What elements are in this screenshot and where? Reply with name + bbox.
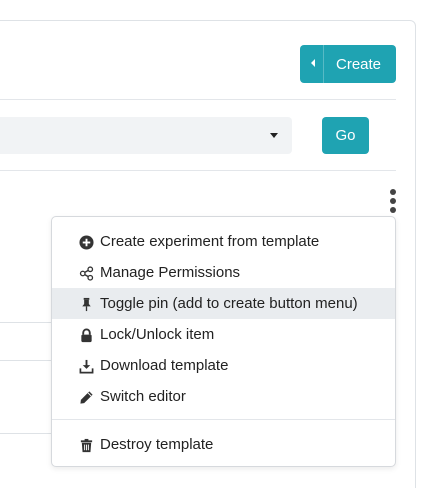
menu-item-label: Create experiment from template bbox=[100, 233, 320, 250]
menu-item-label: Lock/Unlock item bbox=[100, 326, 215, 343]
header-divider bbox=[0, 99, 396, 100]
menu-item-label: Switch editor bbox=[100, 388, 186, 405]
menu-item-lock-unlock[interactable]: Lock/Unlock item bbox=[52, 319, 395, 350]
menu-item-label: Toggle pin (add to create button menu) bbox=[100, 295, 358, 312]
split-separator bbox=[323, 45, 324, 83]
trash-icon bbox=[78, 437, 94, 453]
caret-left-icon bbox=[311, 59, 315, 67]
share-nodes-icon bbox=[78, 265, 94, 281]
filter-select[interactable] bbox=[0, 117, 292, 154]
background-row bbox=[0, 433, 52, 434]
pencil-icon bbox=[78, 389, 94, 405]
menu-item-destroy-template[interactable]: Destroy template bbox=[52, 429, 395, 460]
item-actions-toggle[interactable] bbox=[386, 189, 400, 213]
menu-item-label: Destroy template bbox=[100, 436, 214, 453]
background-row bbox=[0, 322, 52, 361]
go-button[interactable]: Go bbox=[322, 117, 369, 154]
menu-item-create-experiment[interactable]: Create experiment from template bbox=[52, 226, 395, 257]
create-button-label: Create bbox=[336, 56, 382, 73]
menu-item-switch-editor[interactable]: Switch editor bbox=[52, 381, 395, 412]
caret-down-icon bbox=[270, 133, 278, 138]
menu-divider bbox=[52, 419, 395, 420]
menu-item-download-template[interactable]: Download template bbox=[52, 350, 395, 381]
plus-circle-icon bbox=[78, 234, 94, 250]
download-icon bbox=[78, 358, 94, 374]
dot-icon bbox=[390, 189, 396, 195]
menu-item-manage-permissions[interactable]: Manage Permissions bbox=[52, 257, 395, 288]
menu-item-toggle-pin[interactable]: Toggle pin (add to create button menu) bbox=[52, 288, 395, 319]
page: Create Go Create experiment from templat… bbox=[0, 0, 434, 488]
menu-item-label: Manage Permissions bbox=[100, 264, 241, 281]
item-actions-menu: Create experiment from template Manage P… bbox=[51, 216, 396, 467]
filter-divider bbox=[0, 170, 396, 171]
lock-icon bbox=[78, 327, 94, 343]
dot-icon bbox=[390, 198, 396, 204]
thumbtack-icon bbox=[78, 296, 94, 312]
dot-icon bbox=[390, 207, 396, 213]
menu-item-label: Download template bbox=[100, 357, 229, 374]
create-button[interactable]: Create bbox=[300, 45, 396, 83]
